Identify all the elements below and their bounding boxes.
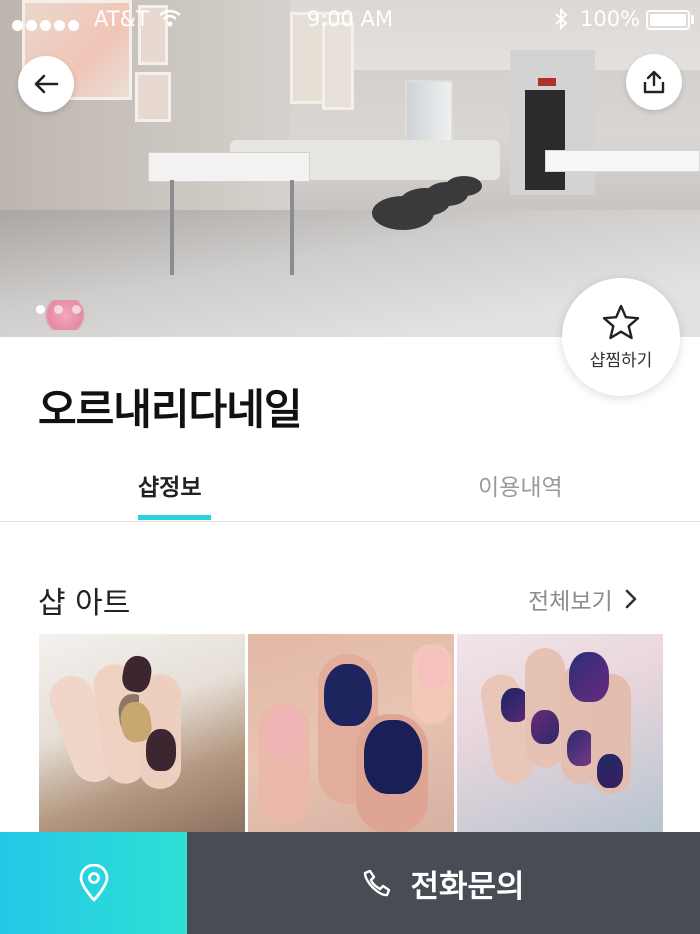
nail-art <box>418 648 448 688</box>
hero-stool <box>446 176 482 196</box>
nail-art <box>146 729 176 771</box>
hero-door <box>525 90 565 190</box>
tab-history[interactable]: 이용내역 <box>478 468 563 502</box>
nail-art <box>324 664 372 726</box>
shop-name: 오르내리다네일 <box>38 385 302 434</box>
location-button[interactable] <box>0 832 187 934</box>
tab-shop-info[interactable]: 샵정보 <box>138 468 201 502</box>
bottom-action-bar: 전화문의 <box>0 832 700 934</box>
arrow-left-icon <box>34 74 59 94</box>
hero-desk <box>148 152 310 182</box>
pager-dot[interactable] <box>36 305 45 314</box>
see-all-link[interactable]: 전체보기 <box>528 582 637 616</box>
section-title: 샵 아트 <box>38 586 131 621</box>
tab-bar: 샵정보 이용내역 <box>0 460 700 522</box>
call-label: 전화문의 <box>410 868 525 905</box>
nail-art <box>531 710 559 744</box>
hero-desk-right <box>545 150 700 172</box>
art-thumbnail[interactable] <box>39 634 245 832</box>
status-bar: AT&T 9:00 AM 100% <box>0 0 700 40</box>
favorite-label: 샵찜하기 <box>589 350 653 371</box>
battery-percent: 100% <box>580 7 641 31</box>
map-pin-icon <box>79 864 108 902</box>
tab-indicator <box>138 515 211 520</box>
nail-art <box>266 706 304 756</box>
phone-icon <box>364 869 391 897</box>
hero-exit-sign <box>538 78 556 86</box>
call-button[interactable]: 전화문의 <box>187 832 700 934</box>
share-button[interactable] <box>626 54 682 110</box>
nail-art <box>569 652 609 702</box>
hero-wall-art <box>135 72 171 122</box>
nail-art <box>597 754 623 788</box>
hero-desk-leg <box>290 180 294 275</box>
battery-tip <box>691 15 694 24</box>
art-thumbnail[interactable] <box>457 634 663 832</box>
back-button[interactable] <box>18 56 74 112</box>
pager-dot[interactable] <box>54 305 63 314</box>
pager-dot[interactable] <box>72 305 81 314</box>
hero-desk-leg <box>170 180 174 275</box>
favorite-button[interactable]: 샵찜하기 <box>562 278 680 396</box>
chevron-right-icon <box>625 589 636 609</box>
star-icon <box>602 304 640 339</box>
art-thumbnail[interactable] <box>248 634 454 832</box>
share-icon <box>643 70 665 94</box>
bluetooth-icon <box>554 7 568 36</box>
finger <box>525 648 565 768</box>
see-all-label: 전체보기 <box>528 589 613 615</box>
battery-icon <box>646 10 690 30</box>
nail-art <box>364 720 422 794</box>
image-pager[interactable] <box>36 299 90 318</box>
